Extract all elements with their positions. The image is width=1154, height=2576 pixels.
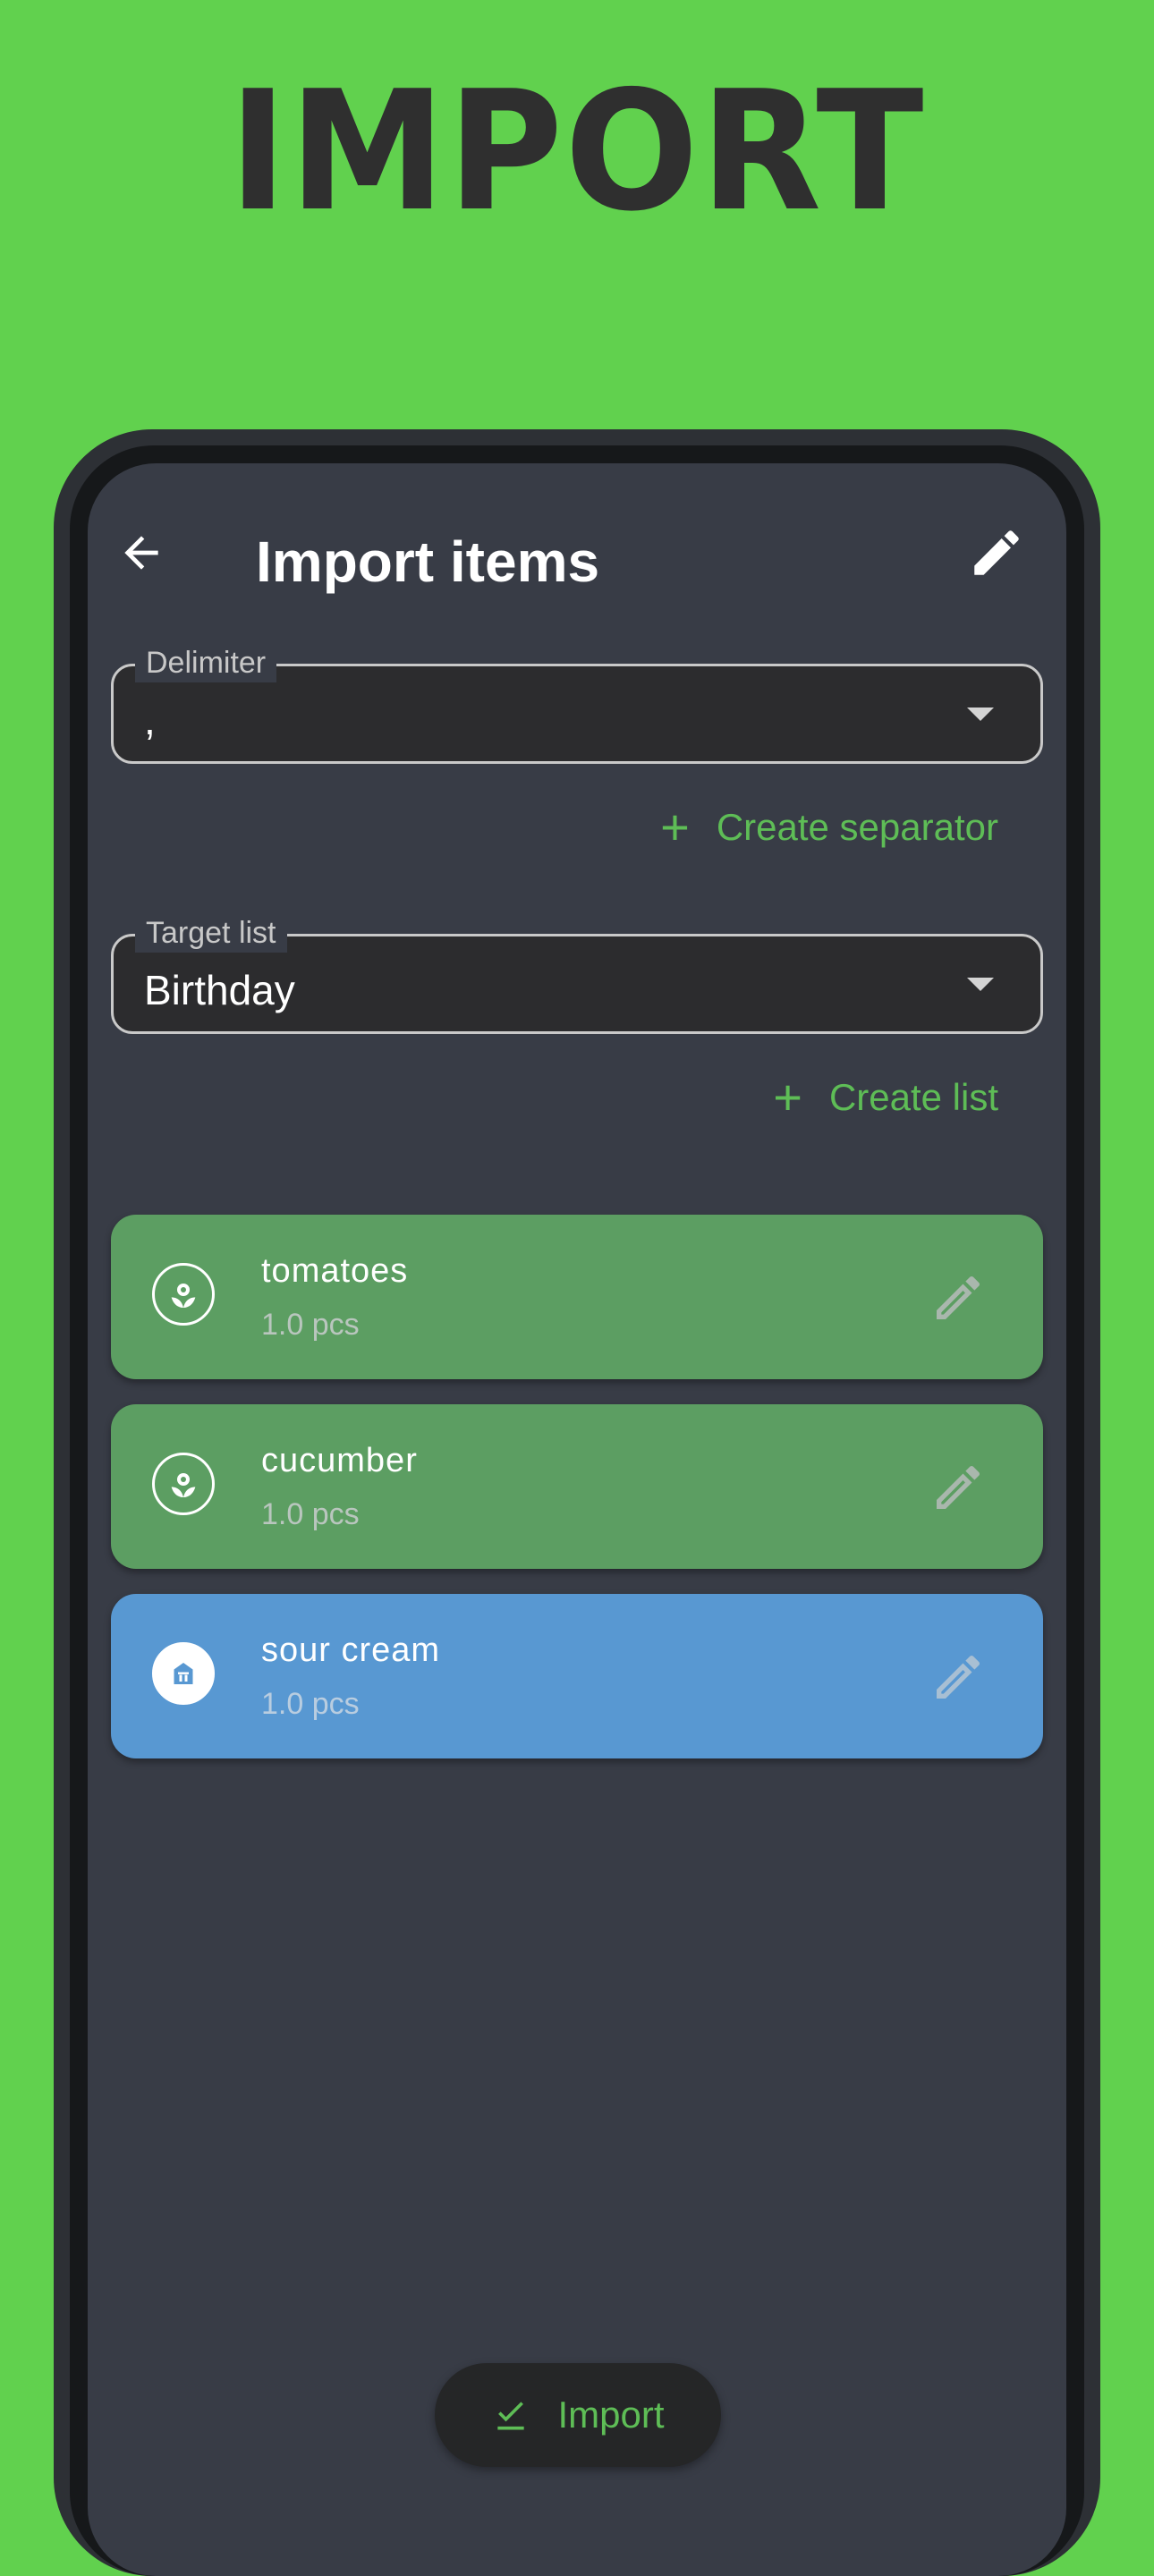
target-list-value: Birthday bbox=[144, 967, 295, 1013]
pencil-icon bbox=[937, 1275, 980, 1319]
item-quantity: 1.0 pcs bbox=[261, 1497, 360, 1531]
delimiter-label: Delimiter bbox=[135, 643, 277, 682]
edit-item-button[interactable] bbox=[927, 1646, 989, 1708]
dairy-icon bbox=[152, 1642, 215, 1705]
arrow-back-icon bbox=[124, 536, 158, 570]
delimiter-dropdown[interactable]: Delimiter , bbox=[111, 643, 1043, 764]
back-button[interactable] bbox=[106, 517, 177, 589]
phone-bezel: Import items Delimiter , + Create separa… bbox=[70, 445, 1084, 2576]
vegetable-icon bbox=[152, 1453, 215, 1515]
plus-icon: + bbox=[773, 1069, 802, 1125]
item-quantity: 1.0 pcs bbox=[261, 1687, 360, 1721]
edit-item-button[interactable] bbox=[927, 1456, 989, 1519]
pencil-icon bbox=[937, 1465, 980, 1509]
item-name: tomatoes bbox=[261, 1252, 409, 1290]
create-list-label: Create list bbox=[828, 1076, 998, 1118]
import-button[interactable]: Import bbox=[435, 2363, 721, 2467]
create-list-button[interactable]: + Create list bbox=[773, 1066, 998, 1129]
promo-title: IMPORT bbox=[228, 55, 926, 249]
item-quantity: 1.0 pcs bbox=[261, 1308, 360, 1342]
create-separator-label: Create separator bbox=[716, 806, 998, 848]
pencil-icon bbox=[937, 1655, 980, 1699]
phone-frame: Import items Delimiter , + Create separa… bbox=[54, 429, 1100, 2576]
list-item[interactable]: tomatoes 1.0 pcs bbox=[111, 1215, 1043, 1379]
vegetable-icon bbox=[152, 1263, 215, 1326]
app-bar: Import items bbox=[88, 463, 1066, 633]
pencil-icon bbox=[974, 530, 1019, 575]
edit-button[interactable] bbox=[961, 517, 1032, 589]
app-screen: Import items Delimiter , + Create separa… bbox=[88, 463, 1066, 2576]
plus-icon: + bbox=[660, 799, 690, 855]
list-item[interactable]: cucumber 1.0 pcs bbox=[111, 1404, 1043, 1569]
edit-item-button[interactable] bbox=[927, 1267, 989, 1329]
target-list-dropdown[interactable]: Target list Birthday bbox=[111, 913, 1043, 1034]
create-separator-button[interactable]: + Create separator bbox=[660, 796, 998, 859]
check-icon bbox=[497, 2402, 525, 2430]
item-name: cucumber bbox=[261, 1442, 418, 1479]
item-name: sour cream bbox=[261, 1631, 441, 1669]
delimiter-value: , bbox=[144, 697, 156, 743]
dropdown-arrow-icon bbox=[967, 708, 994, 721]
import-button-label: Import bbox=[557, 2394, 665, 2436]
page-title: Import items bbox=[256, 530, 600, 594]
dropdown-arrow-icon bbox=[967, 978, 994, 991]
list-item[interactable]: sour cream 1.0 pcs bbox=[111, 1594, 1043, 1758]
